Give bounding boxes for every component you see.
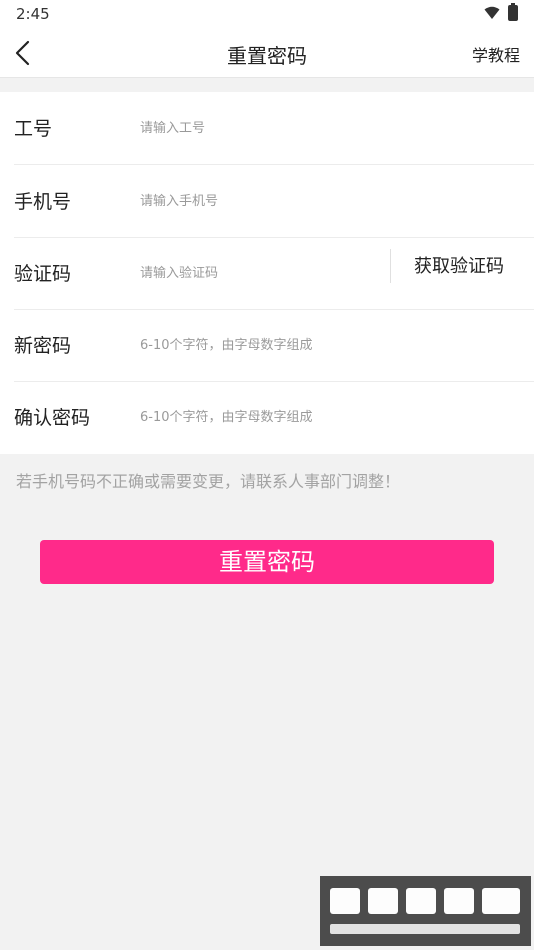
verification-code-row: 验证码 获取验证码 [14,237,534,310]
phone-label: 手机号 [14,191,72,213]
new-password-input[interactable] [140,333,380,357]
phone-input[interactable] [140,189,380,213]
status-bar: 2:45 [0,0,534,28]
new-password-label: 新密码 [14,335,72,357]
wifi-icon [484,6,500,19]
phone-row: 手机号 [14,165,534,238]
reset-password-form: 工号 手机号 验证码 获取验证码 新密码 确认密码 [0,92,534,454]
employee-id-label: 工号 [14,118,53,140]
get-code-button[interactable]: 获取验证码 [414,252,504,278]
employee-id-input[interactable] [140,116,380,140]
tutorial-link[interactable]: 学教程 [472,42,520,66]
battery-icon [508,3,518,21]
reset-password-button[interactable]: 重置密码 [40,540,494,584]
verification-code-label: 验证码 [14,263,72,285]
verification-code-input[interactable] [140,261,380,285]
vertical-divider [390,249,391,283]
confirm-password-label: 确认密码 [14,407,91,429]
confirm-password-input[interactable] [140,405,380,429]
watermark-logo [320,876,531,946]
help-note: 若手机号码不正确或需要变更，请联系人事部门调整！ [16,472,401,491]
status-time: 2:45 [16,5,50,23]
confirm-password-row: 确认密码 [14,381,534,454]
new-password-row: 新密码 [14,309,534,382]
employee-id-row: 工号 [14,92,534,165]
top-bar: 重置密码 学教程 [0,28,534,78]
page-title: 重置密码 [227,44,307,68]
